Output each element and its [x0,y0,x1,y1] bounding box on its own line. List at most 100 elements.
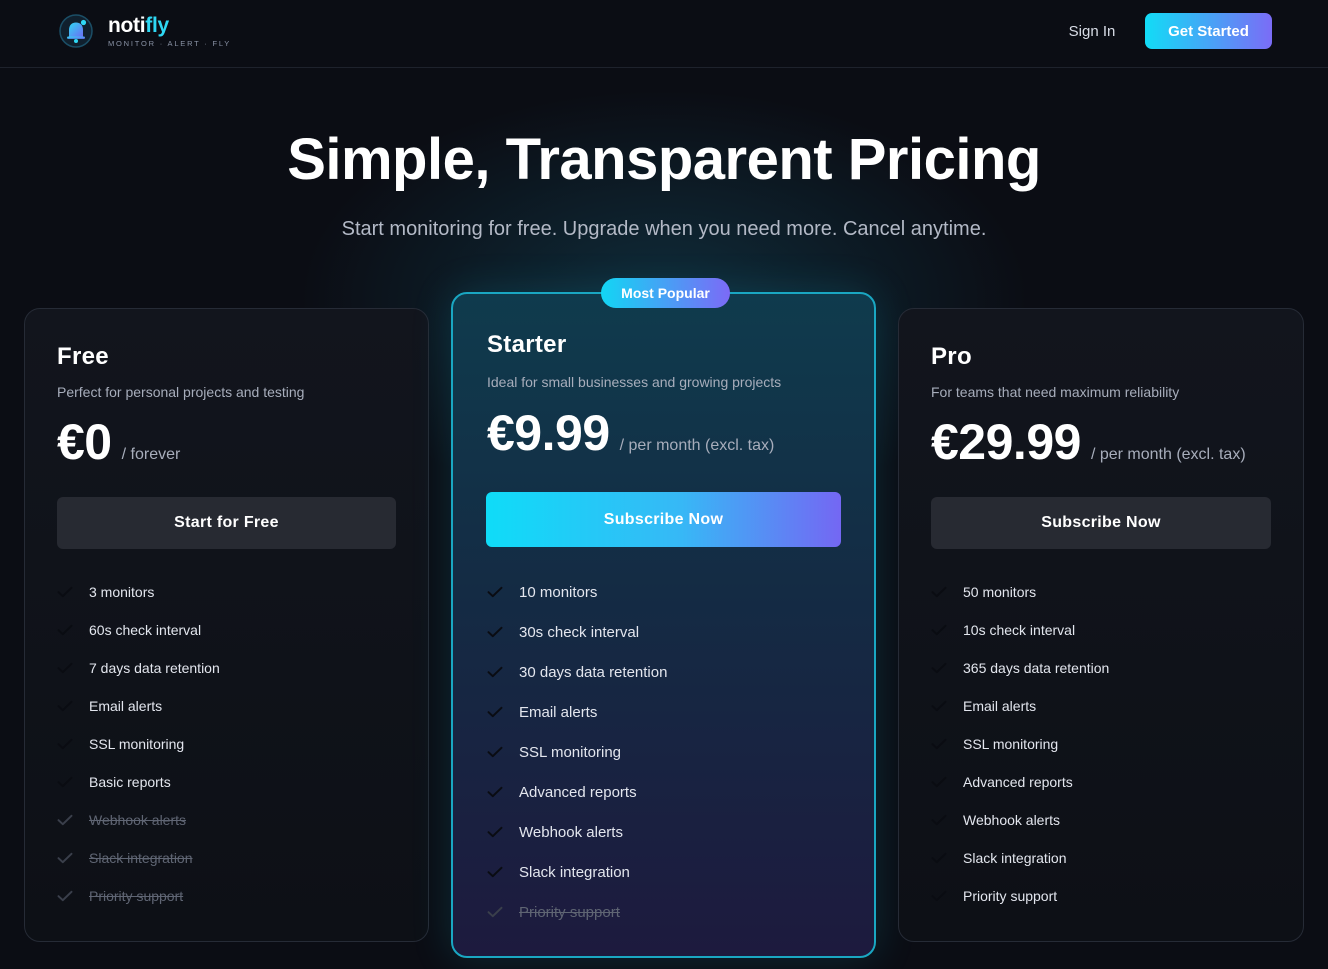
feature-item: Email alerts [931,687,1109,725]
feature-label: 7 days data retention [89,660,220,676]
feature-item: 3 monitors [57,573,220,611]
feature-item: 365 days data retention [931,649,1109,687]
feature-item: Slack integration [931,839,1109,877]
feature-label: Slack integration [963,850,1067,866]
plan-price-row: €9.99 / per month (excl. tax) [487,404,774,462]
check-icon [931,738,947,750]
check-icon [487,666,503,678]
subscribe-starter-button[interactable]: Subscribe Now [486,492,841,547]
feature-item: Webhook alerts [57,801,220,839]
check-icon [57,776,73,788]
pricing-page: notifly MONITOR · ALERT · FLY Sign In Ge… [0,0,1328,969]
check-icon [487,626,503,638]
check-icon [57,890,73,902]
feature-item: Advanced reports [931,763,1109,801]
feature-label: SSL monitoring [963,736,1059,752]
feature-item: Basic reports [57,763,220,801]
feature-item: 30 days data retention [487,652,667,692]
check-icon [487,706,503,718]
feature-item: SSL monitoring [487,732,667,772]
page-title: Simple, Transparent Pricing [287,127,1041,192]
check-icon [487,746,503,758]
feature-item: SSL monitoring [57,725,220,763]
check-icon [931,586,947,598]
check-icon [931,852,947,864]
feature-list: 3 monitors 60s check interval 7 days data … [57,573,220,915]
feature-item: Email alerts [487,692,667,732]
feature-item: 10 monitors [487,572,667,612]
feature-item: Email alerts [57,687,220,725]
plan-price: €29.99 [931,414,1081,470]
brand-name-suffix: fly [145,13,169,37]
brand-wordmark: notifly MONITOR · ALERT · FLY [108,13,232,48]
brand-name-prefix: noti [108,13,146,37]
plan-card-free: Free Perfect for personal projects and t… [24,308,429,942]
feature-item: 50 monitors [931,573,1109,611]
feature-item: Slack integration [57,839,220,877]
check-icon [931,890,947,902]
feature-item: Priority support [931,877,1109,915]
feature-item: Slack integration [487,852,667,892]
check-icon [487,826,503,838]
check-icon [931,776,947,788]
check-icon [57,700,73,712]
check-icon [57,852,73,864]
check-icon [487,786,503,798]
subscribe-pro-button[interactable]: Subscribe Now [931,497,1271,549]
feature-label: 30 days data retention [519,663,668,681]
feature-label: 10 monitors [519,583,598,601]
page-subtitle: Start monitoring for free. Upgrade when … [341,218,987,240]
get-started-button[interactable]: Get Started [1145,13,1272,49]
feature-item: 10s check interval [931,611,1109,649]
feature-item: 60s check interval [57,611,220,649]
feature-label: 3 monitors [89,584,155,600]
start-for-free-button[interactable]: Start for Free [57,497,396,549]
brand-logo[interactable]: notifly MONITOR · ALERT · FLY [58,13,231,49]
check-icon [487,906,503,918]
feature-label: 10s check interval [963,622,1076,638]
check-icon [487,866,503,878]
plan-name: Pro [931,343,972,370]
check-icon [57,738,73,750]
plan-period: / per month (excl. tax) [1090,446,1246,463]
check-icon [57,662,73,674]
top-nav: notifly MONITOR · ALERT · FLY Sign In Ge… [0,0,1328,68]
feature-item: Webhook alerts [487,812,667,852]
check-icon [57,624,73,636]
feature-label: Webhook alerts [519,823,623,841]
feature-label: Priority support [963,888,1058,904]
check-icon [57,814,73,826]
brand-tagline: MONITOR · ALERT · FLY [108,38,232,48]
most-popular-badge: Most Popular [601,278,730,308]
plan-name: Starter [487,331,567,358]
feature-label: Email alerts [519,703,598,721]
feature-list: 10 monitors 30s check interval 30 days dat… [487,572,667,932]
plan-description: Perfect for personal projects and testin… [57,384,305,400]
check-icon [931,662,947,674]
plan-price-row: €29.99 / per month (excl. tax) [931,413,1246,471]
bell-logo-icon [59,14,93,48]
plan-description: Ideal for small businesses and growing p… [487,374,782,390]
feature-item: SSL monitoring [931,725,1109,763]
feature-item: Priority support [487,892,667,932]
feature-list: 50 monitors 10s check interval 365 days da… [931,573,1109,915]
feature-label: Basic reports [89,774,171,790]
brand-name: notifly [108,13,231,37]
feature-label: Advanced reports [963,774,1073,790]
feature-label: SSL monitoring [519,743,621,761]
check-icon [931,700,947,712]
feature-item: Advanced reports [487,772,667,812]
feature-label: Slack integration [89,850,193,866]
feature-label: Webhook alerts [963,812,1061,828]
feature-label: Priority support [89,888,184,904]
sign-in-link[interactable]: Sign In [1060,20,1124,44]
feature-label: 365 days data retention [963,660,1110,676]
feature-label: Email alerts [89,698,163,714]
plan-period: / forever [121,446,181,463]
feature-item: Webhook alerts [931,801,1109,839]
plan-price: €0 [57,414,112,470]
feature-item: Priority support [57,877,220,915]
check-icon [931,814,947,826]
plan-card-starter: Most Popular Starter Ideal for small bus… [451,278,876,958]
feature-label: SSL monitoring [89,736,185,752]
